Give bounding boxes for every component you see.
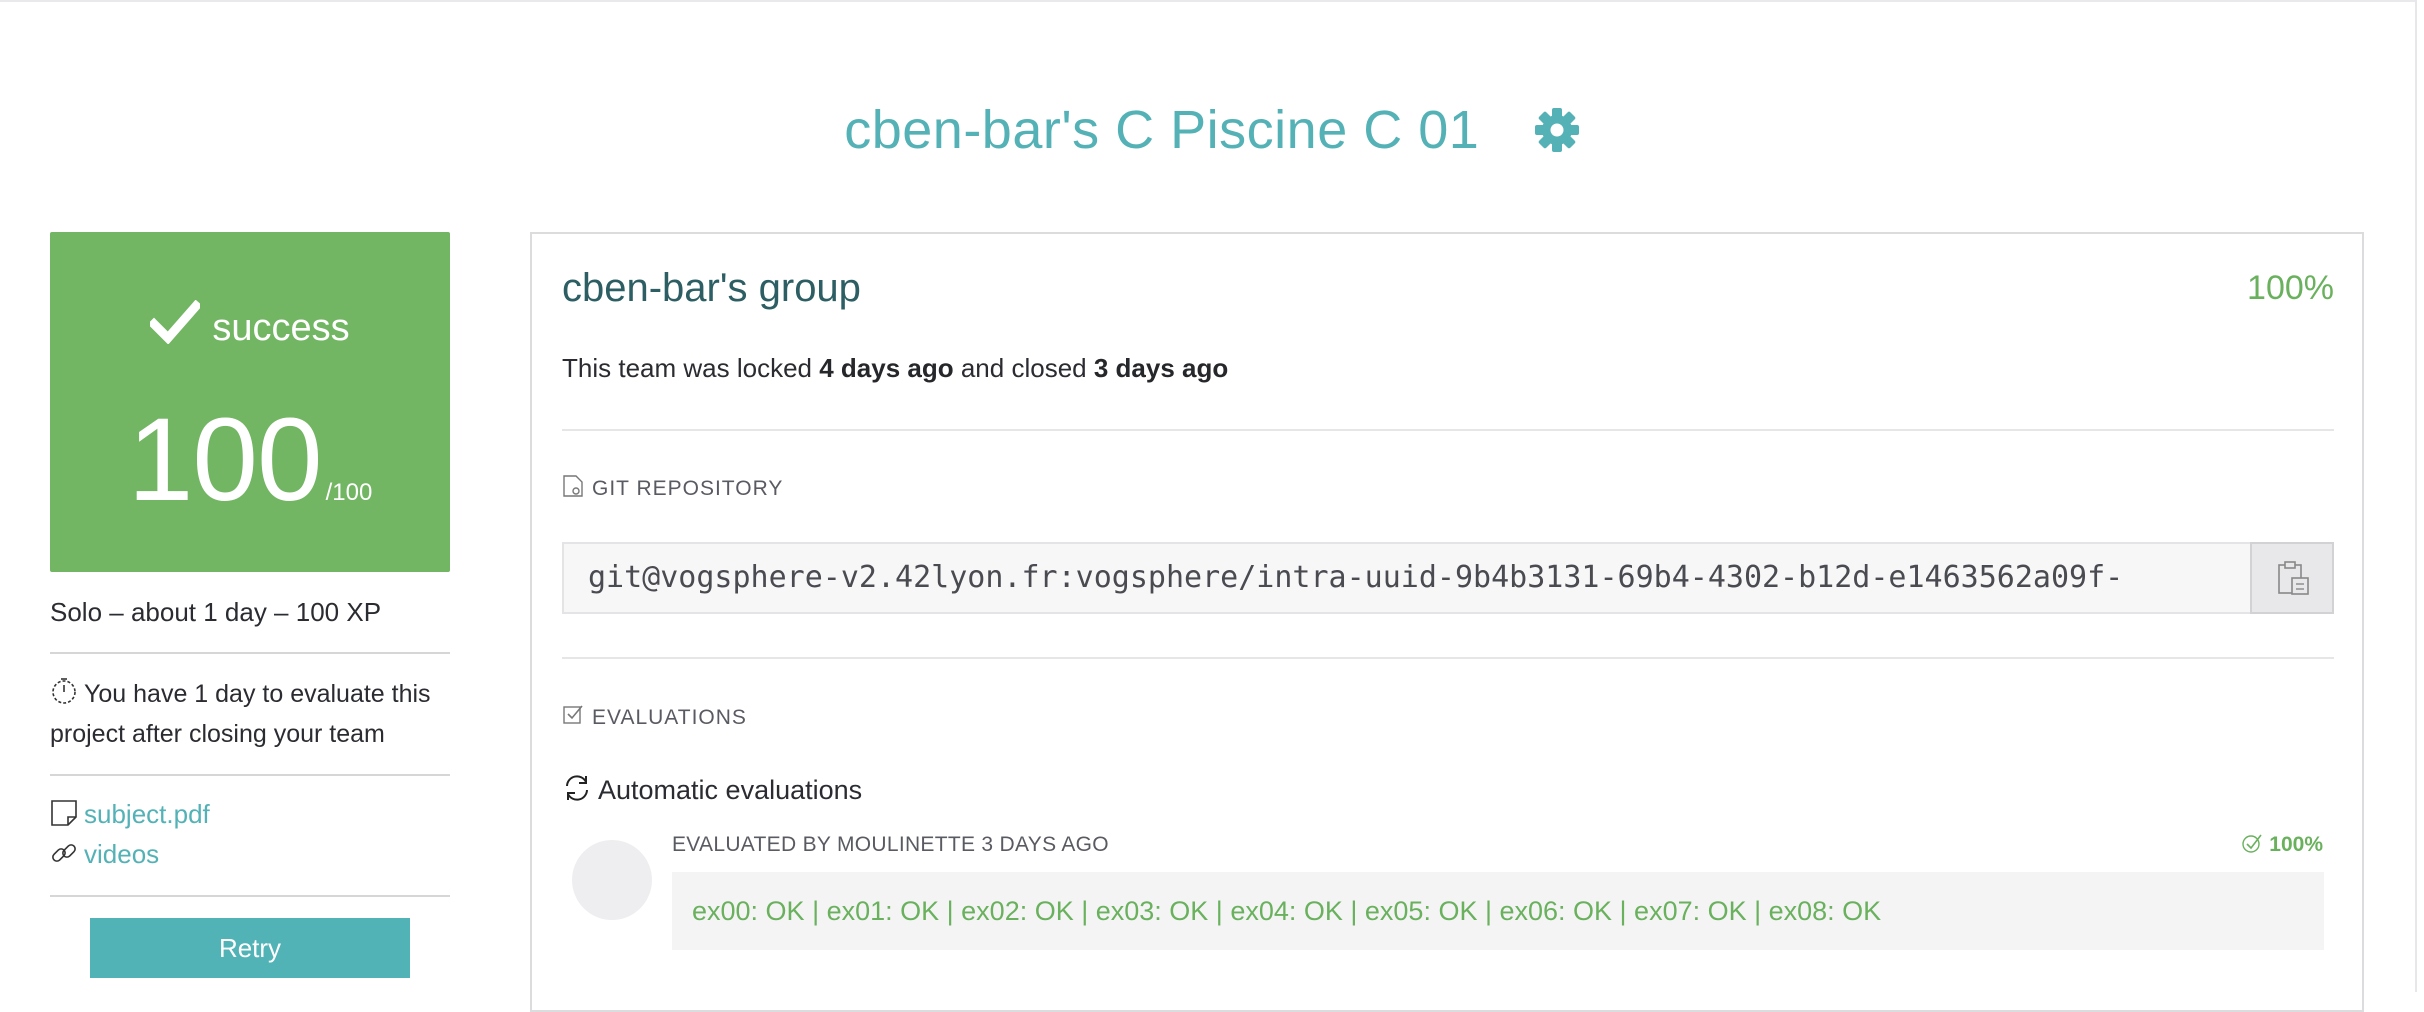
git-label: GIT REPOSITORY	[592, 477, 784, 500]
team-status-line: This team was locked 4 days ago and clos…	[562, 348, 1228, 388]
check-icon	[147, 299, 203, 345]
locked-when: 4 days ago	[819, 353, 954, 383]
refresh-icon	[562, 773, 592, 803]
gear-icon[interactable]	[1534, 107, 1580, 153]
git-url[interactable]: git@vogsphere-v2.42lyon.fr:vogsphere/int…	[588, 544, 2123, 612]
git-url-field[interactable]: git@vogsphere-v2.42lyon.fr:vogsphere/int…	[562, 542, 2250, 614]
lock-middle: and closed	[953, 353, 1094, 383]
divider	[562, 657, 2334, 659]
evaluated-by: EVALUATED BY MOULINETTE 3 DAYS AGO	[672, 833, 1109, 856]
evaluations-section-header: EVALUATIONS	[562, 703, 747, 733]
project-meta: Solo – about 1 day – 100 XP	[50, 597, 382, 627]
status-line: success	[50, 299, 450, 352]
top-border	[0, 0, 2424, 2]
evaluation-deadline: You have 1 day to evaluate this project …	[50, 674, 450, 754]
deadline-text: You have 1 day to evaluate this project …	[50, 680, 431, 748]
evaluation-result: ex00: OK | ex01: OK | ex02: OK | ex03: O…	[672, 872, 2324, 950]
divider	[562, 429, 2334, 431]
timer-icon	[50, 677, 78, 705]
evaluation-percent: 100%	[2241, 830, 2323, 860]
divider	[50, 895, 450, 897]
evaluation-result-text: ex00: OK | ex01: OK | ex02: OK | ex03: O…	[692, 896, 1882, 926]
check-circle-icon	[2242, 834, 2262, 853]
file-icon	[50, 798, 78, 826]
score-display: 100/100	[50, 390, 450, 530]
checkbox-icon	[562, 703, 584, 727]
link-icon	[50, 838, 78, 866]
copy-button[interactable]	[2250, 542, 2334, 614]
clipboard-icon	[2278, 561, 2309, 595]
evaluations-label: EVALUATIONS	[592, 706, 747, 729]
score-max: /100	[325, 479, 373, 506]
videos-link-row[interactable]: videos	[50, 834, 450, 874]
score-value: 100	[127, 394, 323, 526]
subject-link[interactable]: subject.pdf	[84, 799, 210, 829]
git-section-header: GIT REPOSITORY	[562, 474, 783, 504]
file-icon	[562, 474, 584, 498]
score-card: success 100/100	[50, 232, 450, 572]
group-title: cben-bar's group	[562, 266, 861, 310]
page-title: cben-bar's C Piscine C 01	[844, 100, 1480, 160]
subject-link-row[interactable]: subject.pdf	[50, 794, 450, 834]
automatic-evaluations-title: Automatic evaluations	[562, 770, 862, 810]
evaluation-percent-value: 100%	[2269, 833, 2323, 856]
retry-button[interactable]: Retry	[90, 918, 410, 978]
closed-when: 3 days ago	[1093, 353, 1229, 383]
auto-title-text: Automatic evaluations	[598, 775, 863, 805]
lock-prefix: This team was locked	[562, 353, 820, 383]
videos-link[interactable]: videos	[84, 839, 159, 869]
divider	[50, 652, 450, 654]
avatar	[572, 840, 652, 920]
project-links: subject.pdf videos	[50, 794, 450, 874]
team-percent: 100%	[2247, 269, 2334, 307]
status-label: success	[212, 307, 350, 349]
divider	[50, 774, 450, 776]
page-header: cben-bar's C Piscine C 01	[0, 90, 2424, 170]
